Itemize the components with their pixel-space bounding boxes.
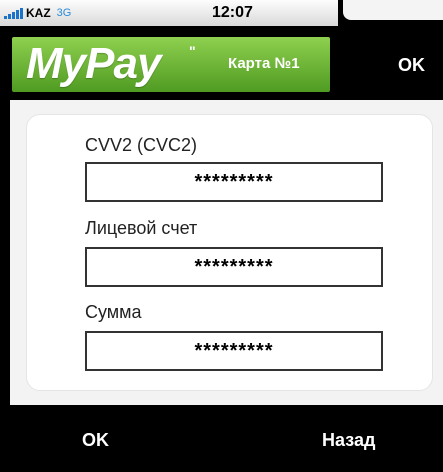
account-label: Лицевой счет (85, 218, 198, 238)
ok-button[interactable]: OK (82, 430, 109, 451)
amount-label: Сумма (85, 302, 142, 322)
top-right-strip (343, 0, 443, 20)
back-button[interactable]: Назад (322, 430, 375, 451)
mypay-logo: MyPay (26, 39, 161, 88)
card-selector-label[interactable]: Карта №1 (228, 55, 300, 72)
network-type: 3G (56, 7, 72, 19)
cvv-field[interactable]: ********* (85, 162, 383, 202)
signal-strength-icon (4, 7, 23, 19)
header-ok-button[interactable]: OK (398, 55, 425, 76)
logo-mark: " (189, 43, 196, 59)
status-time: 12:07 (212, 4, 253, 21)
content-area: CVV2 (CVC2) ********* Лицевой счет *****… (10, 100, 443, 405)
payment-form: CVV2 (CVC2) ********* Лицевой счет *****… (26, 114, 433, 391)
carrier-name: KAZ (26, 6, 51, 20)
amount-field[interactable]: ********* (85, 331, 383, 371)
bottom-toolbar (0, 405, 443, 472)
app-header: MyPay " Карта №1 (12, 37, 330, 92)
cvv-label: CVV2 (CVC2) (85, 135, 198, 155)
account-field[interactable]: ********* (85, 247, 383, 287)
status-bar: KAZ 3G 12:07 (0, 0, 338, 26)
